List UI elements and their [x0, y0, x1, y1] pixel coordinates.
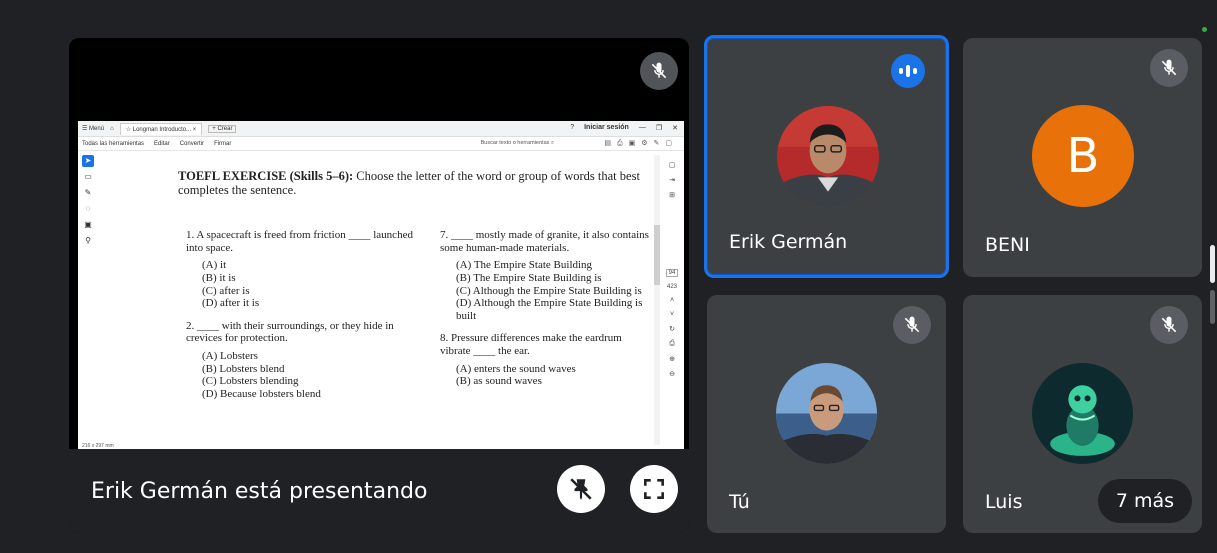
- exercise-heading-bold: TOEFL EXERCISE (Skills 5–6):: [178, 169, 354, 183]
- grid-scrollbar[interactable]: [1210, 245, 1215, 283]
- participant-name: BENI: [985, 234, 1030, 256]
- minimize-icon[interactable]: —: [639, 124, 646, 132]
- fullscreen-icon: [644, 479, 664, 499]
- shared-pdf-viewer: ☰ Menú ⌂ ☆ Longman Introducto... × + Cre…: [78, 121, 684, 451]
- avatar-initial: B: [1032, 105, 1134, 207]
- zoom-in-icon[interactable]: ⊕: [666, 355, 678, 363]
- option: (C) Although the Empire State Building i…: [456, 284, 642, 297]
- option: (C) after is: [202, 284, 250, 297]
- meet-screen: ☰ Menú ⌂ ☆ Longman Introducto... × + Cre…: [0, 0, 1217, 553]
- pdf-panel-icon[interactable]: ▢: [666, 161, 678, 169]
- participant-name: Erik Germán: [729, 231, 848, 253]
- participant-name: Tú: [729, 491, 750, 513]
- zoom-out-icon[interactable]: ⊖: [666, 370, 678, 378]
- option: (D) Although the Empire State Building i…: [456, 297, 643, 322]
- pdf-search[interactable]: Buscar texto o herramientas ⌕: [481, 140, 554, 147]
- pen-tool-icon[interactable]: ✎: [82, 187, 94, 199]
- toolbar-convert[interactable]: Convertir: [180, 141, 204, 147]
- close-window-icon[interactable]: ✕: [672, 124, 678, 132]
- option: (A) The Empire State Building: [456, 259, 593, 272]
- option: (C) Lobsters blending: [202, 375, 299, 388]
- stamp-tool-icon[interactable]: ⚲: [82, 235, 94, 247]
- option: (B) Lobsters blend: [202, 362, 285, 375]
- home-icon[interactable]: ⌂: [110, 126, 114, 132]
- fullscreen-button[interactable]: [630, 465, 678, 513]
- page-up-icon[interactable]: ˄: [666, 297, 678, 304]
- pdf-toolbar: Todas las herramientas Editar Convertir …: [78, 137, 684, 151]
- pdf-search-placeholder: Buscar texto o herramientas: [480, 140, 550, 146]
- question-2: 2. ____ with their surroundings, or they…: [186, 319, 394, 345]
- tab-close-icon[interactable]: ×: [193, 127, 197, 133]
- avatar: [776, 363, 877, 464]
- exercise-heading: TOEFL EXERCISE (Skills 5–6): Choose the …: [178, 169, 658, 198]
- presenter-label: Erik Germán está presentando: [91, 479, 428, 504]
- rotate-icon[interactable]: ↻: [666, 325, 678, 333]
- participant-name: Luis: [985, 491, 1023, 513]
- option: (A) it: [202, 259, 227, 272]
- page-number[interactable]: 94: [666, 269, 678, 277]
- pdf-right-toolbar: ▢ ⇥ ⊞ 94 423 ˄ ˅ ↻ ⎙ ⊕ ⊖: [666, 161, 678, 385]
- option: (B) as sound waves: [456, 375, 542, 388]
- pdf-menu-button[interactable]: ☰ Menú: [82, 125, 104, 132]
- pdf-export-icon[interactable]: ⇥: [666, 176, 678, 184]
- lasso-tool-icon[interactable]: ◌: [82, 203, 94, 215]
- question-7: 7. ____ mostly made of granite, it also …: [440, 229, 649, 254]
- presentation-footer: Erik Germán está presentando: [69, 449, 689, 533]
- select-tool-icon[interactable]: ➤: [82, 155, 94, 167]
- option: (A) enters the sound waves: [456, 362, 576, 375]
- text-tool-icon[interactable]: ▣: [82, 219, 94, 231]
- speaking-indicator-icon: [891, 54, 925, 88]
- option: (B) The Empire State Building is: [456, 271, 602, 284]
- option: (D) Because lobsters blend: [202, 388, 321, 401]
- pdf-toolbar-icons[interactable]: ▤⎙▣⚙✎▢: [604, 139, 678, 148]
- stop-presenting-button[interactable]: [557, 465, 605, 513]
- mic-off-icon: [1150, 49, 1188, 87]
- mic-off-icon: [893, 306, 931, 344]
- restore-icon[interactable]: ❐: [656, 124, 662, 132]
- option: (B) it is: [202, 271, 236, 284]
- participant-tile-beni[interactable]: B BENI: [963, 38, 1202, 277]
- avatar: [777, 106, 879, 208]
- help-icon[interactable]: ?: [570, 124, 574, 132]
- stop-presenting-icon: [570, 478, 592, 500]
- participant-tile-erik[interactable]: Erik Germán: [704, 35, 949, 278]
- participant-tile-luis[interactable]: Luis 7 más: [963, 295, 1202, 533]
- question-8: 8. Pressure differences make the eardrum…: [440, 332, 622, 358]
- avatar: [1032, 363, 1133, 464]
- page-total: 423: [666, 284, 677, 290]
- presentation-tile[interactable]: ☰ Menú ⌂ ☆ Longman Introducto... × + Cre…: [69, 38, 689, 533]
- mic-off-icon: [1150, 306, 1188, 344]
- mic-off-icon: [640, 52, 678, 90]
- page-down-icon[interactable]: ˅: [666, 311, 678, 318]
- save-icon[interactable]: ⎙: [666, 340, 678, 348]
- grid-scrollbar-track[interactable]: [1210, 290, 1215, 324]
- left-column: 1. A spacecraft is freed from friction _…: [186, 229, 426, 401]
- new-tab-button[interactable]: + Crear: [208, 124, 237, 133]
- pdf-tab-title: Longman Introducto...: [132, 126, 192, 133]
- toolbar-sign[interactable]: Firmar: [214, 141, 231, 147]
- right-column: 7. ____ mostly made of granite, it also …: [440, 229, 655, 388]
- comment-tool-icon[interactable]: ▭: [82, 171, 94, 183]
- signin-button[interactable]: Iniciar sesión: [584, 124, 629, 132]
- option: (A) Lobsters: [202, 350, 258, 363]
- pdf-tab[interactable]: ☆ Longman Introducto... ×: [119, 122, 203, 135]
- option: (D) after it is: [202, 297, 260, 310]
- status-dot: [1202, 27, 1207, 32]
- toolbar-edit[interactable]: Editar: [154, 141, 170, 147]
- pdf-grid-icon[interactable]: ⊞: [666, 191, 678, 199]
- toolbar-all-tools[interactable]: Todas las herramientas: [82, 141, 144, 147]
- participant-tile-self[interactable]: Tú: [707, 295, 946, 533]
- pdf-tab-bar: ☰ Menú ⌂ ☆ Longman Introducto... × + Cre…: [78, 121, 684, 137]
- pdf-left-toolbar: ➤ ▭ ✎ ◌ ▣ ⚲: [82, 155, 96, 251]
- pdf-page: TOEFL EXERCISE (Skills 5–6): Choose the …: [178, 169, 658, 208]
- question-1: 1. A spacecraft is freed from friction _…: [186, 229, 413, 254]
- more-participants-button[interactable]: 7 más: [1097, 479, 1192, 523]
